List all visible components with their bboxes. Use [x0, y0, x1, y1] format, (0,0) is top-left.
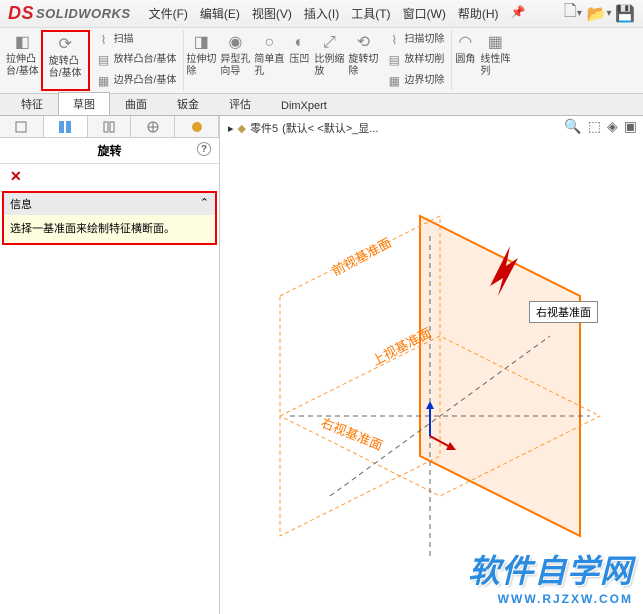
watermark: 软件自学网 WWW.RJZXW.COM	[468, 546, 633, 606]
watermark-main: 软件自学网	[468, 546, 633, 592]
collapse-icon[interactable]: ⌃	[200, 196, 209, 212]
ribbon-toolbar: ◧ 拉伸凸 台/基体 ⟳ 旋转凸 台/基体 ⌇扫描 ▤放样凸台/基体 ▦边界凸台…	[0, 28, 643, 94]
display-style-icon[interactable]: ▣	[624, 118, 637, 135]
panel-tab-dimxpert[interactable]	[131, 116, 175, 137]
right-plane-label: 右视基准面	[319, 415, 385, 453]
part-config: (默认< <默认>_显...	[282, 120, 378, 136]
fillet-button[interactable]: ◠ 圆角	[452, 30, 478, 91]
panel-tab-strip	[0, 116, 219, 138]
heads-up-toolbar: 🔍 ⬚ ◈ ▣	[564, 118, 637, 135]
tab-surface[interactable]: 曲面	[110, 92, 162, 115]
info-section: 信息 ⌃ 选择一基准面来绘制特征横断面。	[2, 191, 217, 245]
revolve-icon: ⟳	[54, 34, 76, 56]
hole-wizard-icon: ◉	[224, 32, 246, 54]
info-header-label: 信息	[10, 196, 32, 212]
watermark-url: WWW.RJZXW.COM	[468, 592, 633, 606]
reference-planes: 前视基准面 上视基准面 右视基准面	[220, 136, 643, 606]
simple-hole-button[interactable]: ○ 简单直 孔	[252, 30, 286, 91]
panel-tab-property[interactable]	[44, 116, 88, 137]
menu-view[interactable]: 视图(V)	[246, 5, 298, 22]
menu-tools[interactable]: 工具(T)	[345, 5, 396, 22]
tab-feature[interactable]: 特征	[6, 92, 58, 115]
part-name: 零件5	[250, 120, 278, 136]
boundary-cut-icon: ▦	[387, 74, 401, 88]
main-body: 旋转 ? ✕ 信息 ⌃ 选择一基准面来绘制特征横断面。 ▸ ◆ 零件5 (默认<…	[0, 116, 643, 614]
extrude-cut-icon: ◨	[190, 32, 212, 54]
sweep-cut-icon: ⌇	[387, 33, 401, 47]
revolve-cut-icon: ⟲	[352, 32, 374, 54]
property-panel: 旋转 ? ✕ 信息 ⌃ 选择一基准面来绘制特征横断面。	[0, 116, 220, 614]
loft-button[interactable]: ▤放样凸台/基体	[94, 52, 180, 68]
plane-tooltip: 右视基准面	[529, 301, 598, 323]
boundary-button[interactable]: ▦边界凸台/基体	[94, 73, 180, 89]
cancel-button[interactable]: ✕	[0, 164, 219, 189]
new-doc-icon[interactable]: 🗋▾	[563, 4, 583, 24]
zoom-area-icon[interactable]: ⬚	[588, 118, 601, 135]
panel-tab-config[interactable]	[88, 116, 132, 137]
linear-pattern-icon: ▦	[484, 32, 506, 54]
title-bar: DS SOLIDWORKS 文件(F) 编辑(E) 视图(V) 插入(I) 工具…	[0, 0, 643, 28]
logo-text: SOLIDWORKS	[36, 6, 131, 21]
command-tabs: 特征 草图 曲面 钣金 评估 DimXpert	[0, 94, 643, 116]
fillet-icon: ◠	[454, 32, 476, 54]
revolve-boss-button[interactable]: ⟳ 旋转凸 台/基体	[41, 30, 90, 91]
extrude-cut-button[interactable]: ◨ 拉伸切 除	[184, 30, 218, 91]
help-icon[interactable]: ?	[197, 142, 211, 156]
tab-sheetmetal[interactable]: 钣金	[162, 92, 214, 115]
menu-file[interactable]: 文件(F)	[143, 5, 194, 22]
front-plane-label: 前视基准面	[329, 235, 393, 279]
extrude-boss-button[interactable]: ◧ 拉伸凸 台/基体	[4, 30, 41, 91]
loft-icon: ▤	[97, 53, 111, 67]
hole-wizard-button[interactable]: ◉ 异型孔 向导	[218, 30, 252, 91]
sweep-icon: ⌇	[97, 33, 111, 47]
title-right-tools: 🗋▾ 📂▾ 💾	[563, 4, 635, 24]
panel-tab-appearance[interactable]	[175, 116, 219, 137]
info-header[interactable]: 信息 ⌃	[4, 193, 215, 215]
sweep-cut-button[interactable]: ⌇扫描切除	[384, 32, 447, 48]
scale-icon: ⤢	[318, 32, 340, 54]
info-message: 选择一基准面来绘制特征横断面。	[4, 215, 215, 243]
panel-title: 旋转	[97, 142, 121, 159]
extrude-icon: ◧	[11, 32, 33, 54]
tab-evaluate[interactable]: 评估	[214, 92, 266, 115]
linear-pattern-button[interactable]: ▦ 线性阵 列	[478, 30, 512, 91]
app-logo: DS SOLIDWORKS	[8, 3, 131, 24]
tab-dimxpert[interactable]: DimXpert	[266, 96, 342, 115]
loft-cut-icon: ▤	[387, 53, 401, 67]
scale-button[interactable]: ⤢ 比例缩 放	[312, 30, 346, 91]
logo-ds-icon: DS	[8, 3, 34, 24]
panel-title-bar: 旋转 ?	[0, 138, 219, 164]
menu-edit[interactable]: 编辑(E)	[194, 5, 246, 22]
graphics-area[interactable]: ▸ ◆ 零件5 (默认< <默认>_显... 🔍 ⬚ ◈ ▣	[220, 116, 643, 614]
save-icon[interactable]: 💾	[615, 4, 635, 24]
boundary-icon: ▦	[97, 74, 111, 88]
loft-cut-button[interactable]: ▤放样切削	[384, 52, 447, 68]
sweep-button[interactable]: ⌇扫描	[94, 32, 180, 48]
view-orient-icon[interactable]: ◈	[607, 118, 618, 135]
simple-hole-icon: ○	[258, 32, 280, 54]
menu-help[interactable]: 帮助(H)	[452, 5, 505, 22]
tab-sketch[interactable]: 草图	[58, 92, 110, 115]
breadcrumb[interactable]: ▸ ◆ 零件5 (默认< <默认>_显...	[228, 120, 378, 136]
expand-icon[interactable]: ▸	[228, 122, 234, 135]
panel-tab-feature-tree[interactable]	[0, 116, 44, 137]
main-menu: 文件(F) 编辑(E) 视图(V) 插入(I) 工具(T) 窗口(W) 帮助(H…	[143, 5, 532, 22]
part-icon: ◆	[238, 122, 246, 135]
open-doc-icon[interactable]: 📂▾	[589, 4, 609, 24]
menu-insert[interactable]: 插入(I)	[298, 5, 345, 22]
depress-icon: ◐	[288, 32, 310, 54]
pin-icon[interactable]: 📌	[505, 5, 532, 22]
menu-window[interactable]: 窗口(W)	[397, 5, 452, 22]
zoom-fit-icon[interactable]: 🔍	[564, 118, 581, 135]
boundary-cut-button[interactable]: ▦边界切除	[384, 73, 447, 89]
depress-button[interactable]: ◐ 压凹	[286, 30, 312, 91]
revolve-cut-button[interactable]: ⟲ 旋转切 除	[346, 30, 380, 91]
